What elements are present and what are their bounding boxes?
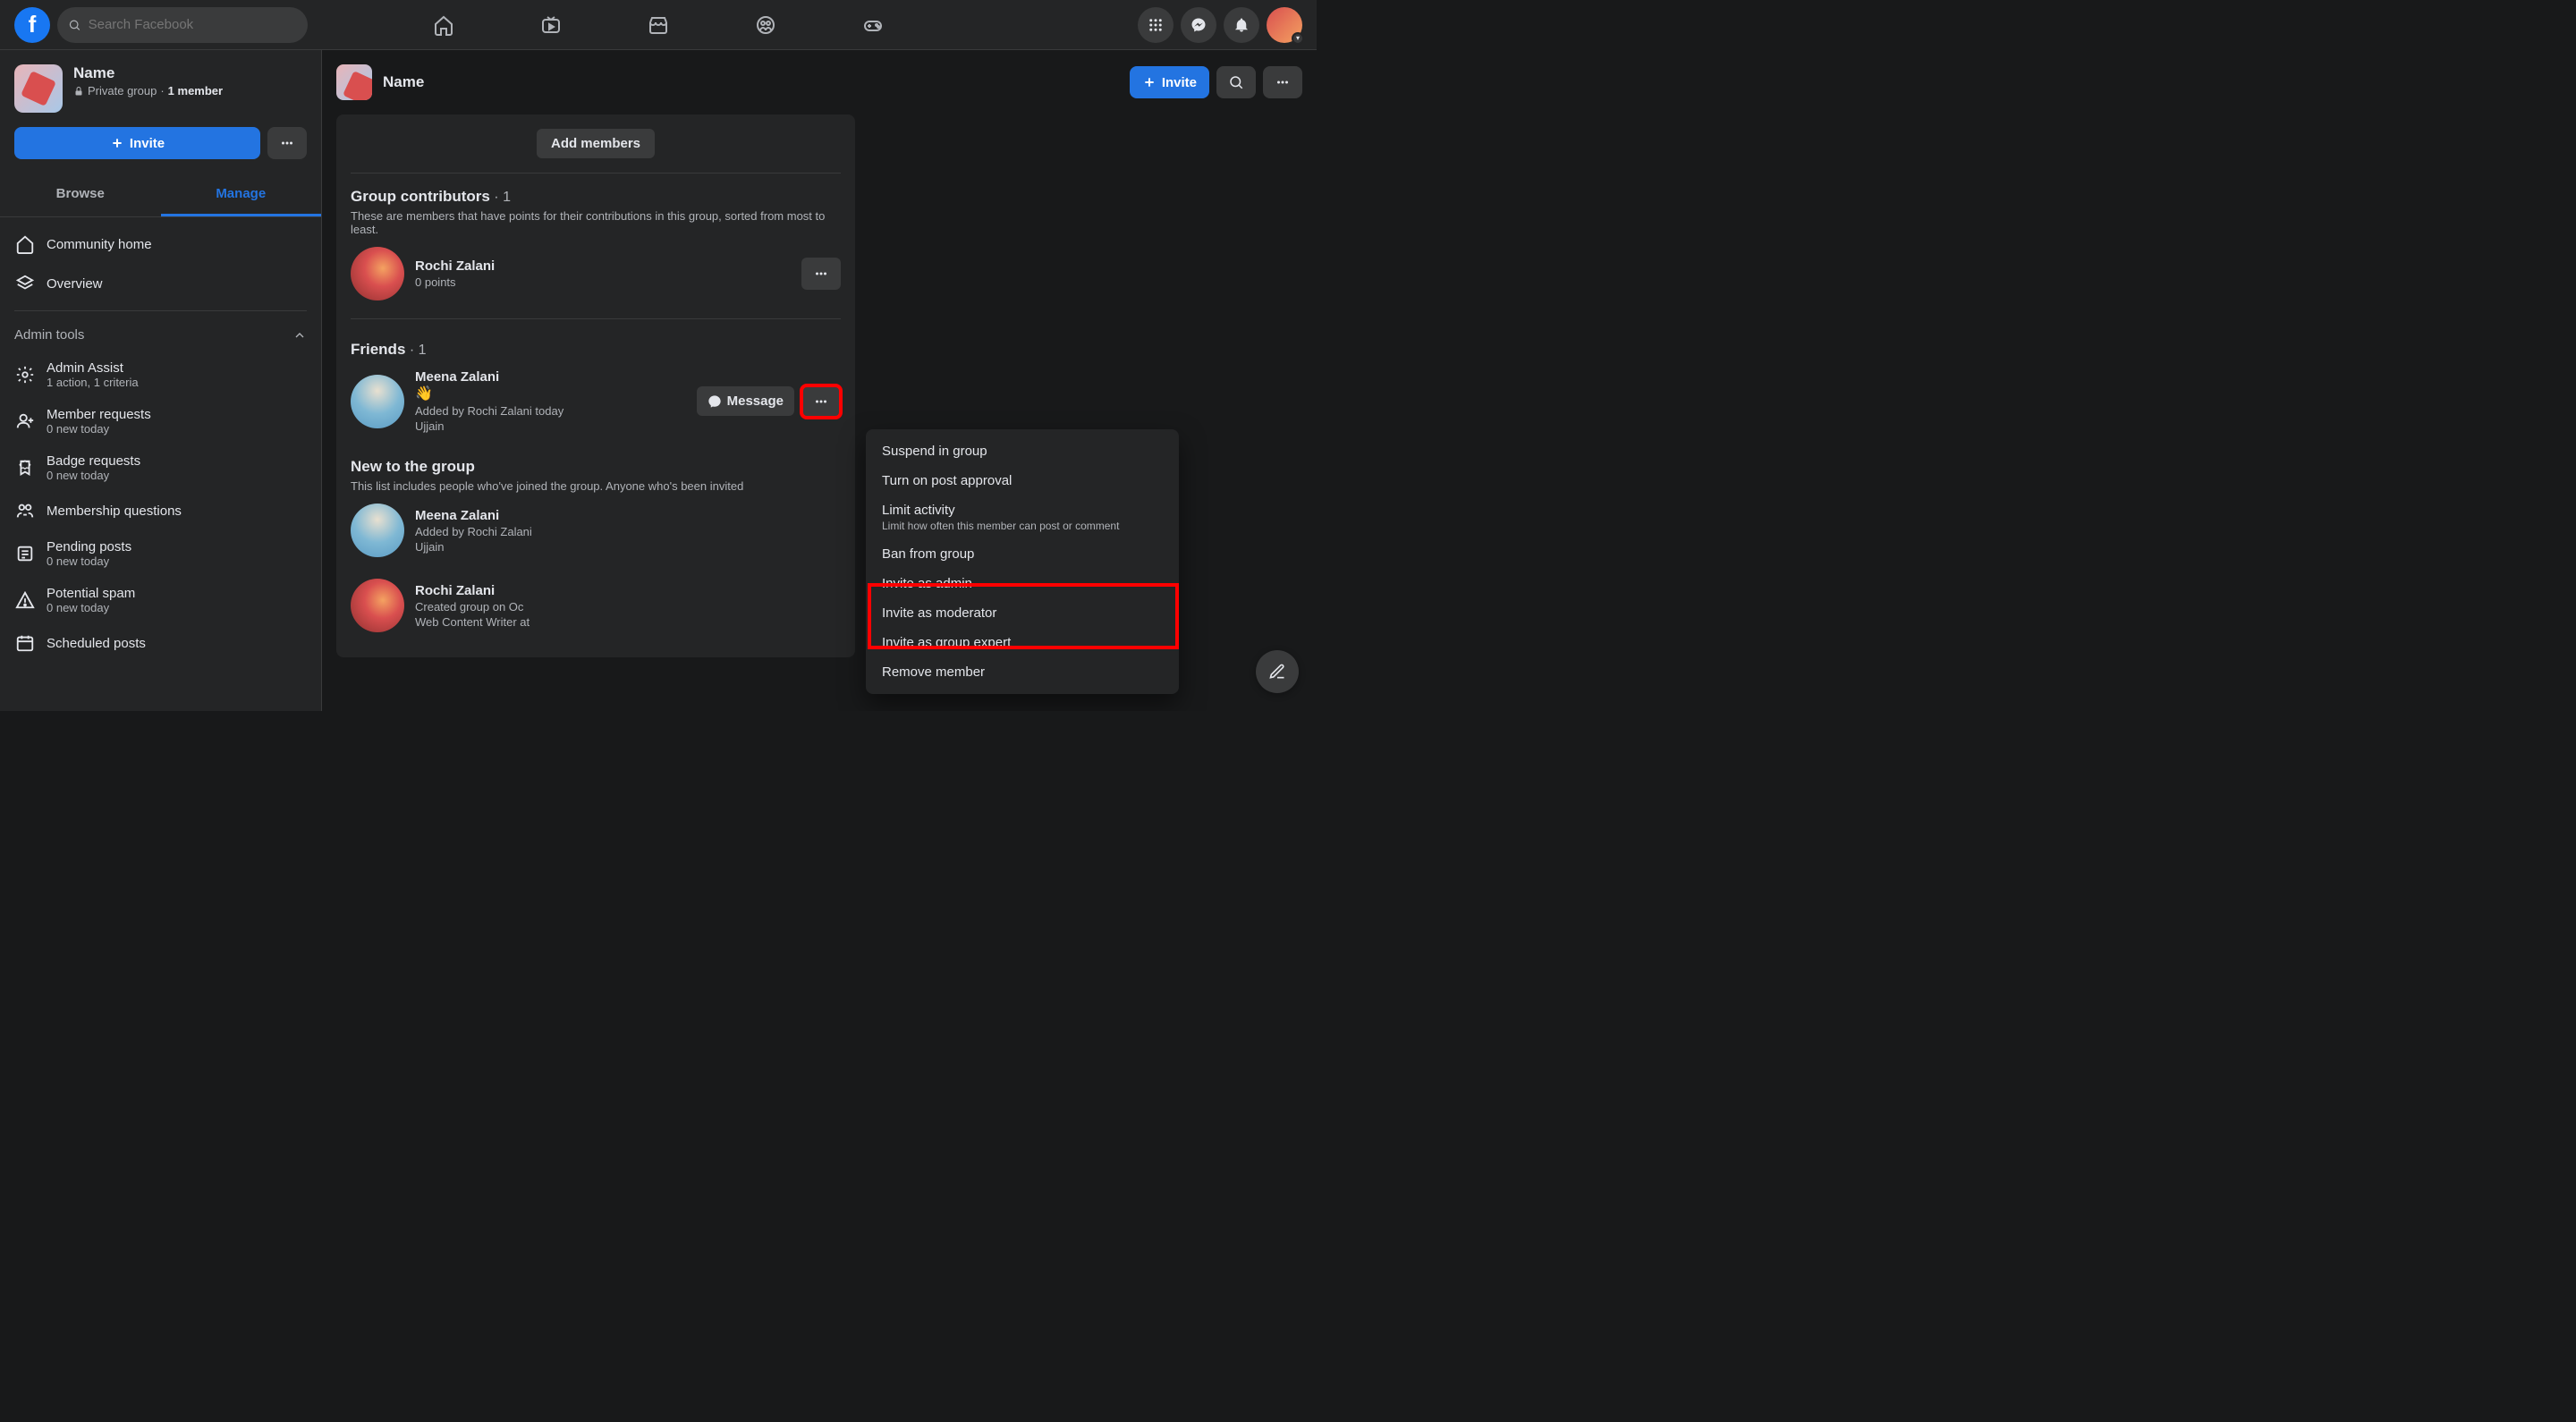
menu-remove[interactable]: Remove member — [873, 657, 1172, 687]
member-name[interactable]: Rochi Zalani — [415, 583, 791, 598]
chevron-down-icon: ▾ — [1292, 32, 1304, 45]
main-search-button[interactable] — [1216, 66, 1256, 98]
home-icon — [14, 233, 36, 255]
nav-groups[interactable] — [716, 4, 816, 47]
avatar[interactable] — [351, 247, 404, 300]
notifications-button[interactable] — [1224, 7, 1259, 43]
page-title: Name — [383, 73, 424, 91]
menu-ban[interactable]: Ban from group — [873, 539, 1172, 569]
group-meta: Private group · 1 member — [73, 84, 223, 97]
avatar[interactable] — [351, 375, 404, 428]
search-icon — [68, 18, 81, 32]
message-button[interactable]: Message — [697, 386, 794, 416]
users-question-icon — [14, 500, 36, 521]
nav-home[interactable] — [394, 4, 494, 47]
search-box[interactable] — [57, 7, 308, 43]
table-row: Meena Zalani 👋 Added by Rochi Zalani tod… — [336, 359, 855, 444]
menu-post-approval[interactable]: Turn on post approval — [873, 466, 1172, 495]
sidebar-item-admin-assist[interactable]: Admin Assist1 action, 1 criteria — [7, 351, 314, 398]
group-name[interactable]: Name — [73, 64, 223, 82]
nav-gaming[interactable] — [823, 4, 923, 47]
plus-icon — [1142, 75, 1157, 89]
messenger-button[interactable] — [1181, 7, 1216, 43]
sidebar-item-overview[interactable]: Overview — [7, 264, 314, 303]
warning-icon — [14, 589, 36, 611]
menu-invite-moderator[interactable]: Invite as moderator — [873, 598, 1172, 628]
nav-right: ▾ — [1138, 7, 1302, 43]
messenger-icon — [708, 394, 722, 409]
sidebar-item-pending-posts[interactable]: Pending posts0 new today — [7, 530, 314, 577]
contributors-section: Group contributors · 1 These are members… — [336, 174, 855, 236]
profile-avatar[interactable]: ▾ — [1267, 7, 1302, 43]
menu-invite-expert[interactable]: Invite as group expert — [873, 628, 1172, 657]
badge-icon — [14, 457, 36, 478]
member-name[interactable]: Meena Zalani — [415, 369, 686, 385]
menu-grid-button[interactable] — [1138, 7, 1174, 43]
avatar[interactable] — [351, 504, 404, 557]
member-more-button[interactable] — [801, 258, 841, 290]
context-menu: Suspend in group Turn on post approval L… — [866, 429, 1179, 694]
tab-browse[interactable]: Browse — [0, 174, 161, 216]
nav-watch[interactable] — [501, 4, 601, 47]
sidebar-item-member-requests[interactable]: Member requests0 new today — [7, 398, 314, 444]
user-plus-icon — [14, 411, 36, 432]
table-row: Rochi Zalani Created group on Oc Web Con… — [336, 568, 855, 643]
nav-center — [394, 4, 923, 47]
sidebar-item-community-home[interactable]: Community home — [7, 224, 314, 264]
compose-icon — [1268, 663, 1286, 681]
group-thumbnail-small[interactable] — [336, 64, 372, 100]
member-name[interactable]: Rochi Zalani — [415, 258, 791, 274]
layers-icon — [14, 273, 36, 294]
sidebar-item-membership-questions[interactable]: Membership questions — [7, 491, 314, 530]
new-to-group-section: New to the group This list includes peop… — [336, 444, 855, 493]
sidebar-item-badge-requests[interactable]: Badge requests0 new today — [7, 444, 314, 491]
plus-icon — [110, 136, 124, 150]
table-row: Meena Zalani Added by Rochi Zalani Ujjai… — [336, 493, 855, 568]
nav-marketplace[interactable] — [608, 4, 708, 47]
sidebar-invite-button[interactable]: Invite — [14, 127, 260, 159]
chevron-up-icon — [292, 328, 307, 343]
document-icon — [14, 543, 36, 564]
admin-tools-header[interactable]: Admin tools — [7, 318, 314, 351]
top-nav: f ▾ — [0, 0, 1317, 50]
menu-invite-admin[interactable]: Invite as admin — [873, 569, 1172, 598]
member-more-button-highlighted[interactable] — [801, 385, 841, 418]
lock-icon — [73, 86, 84, 97]
sidebar-more-button[interactable] — [267, 127, 307, 159]
calendar-icon — [14, 632, 36, 654]
menu-limit-activity[interactable]: Limit activity Limit how often this memb… — [873, 495, 1172, 539]
main-content: Name Invite Add members Group contributo… — [322, 50, 1317, 711]
sidebar-item-potential-spam[interactable]: Potential spam0 new today — [7, 577, 314, 623]
main-invite-button[interactable]: Invite — [1130, 66, 1209, 98]
group-thumbnail[interactable] — [14, 64, 63, 113]
friends-section: Friends · 1 — [336, 326, 855, 359]
member-name[interactable]: Meena Zalani — [415, 508, 791, 523]
group-header: Name Private group · 1 member — [0, 50, 321, 127]
add-members-button[interactable]: Add members — [537, 129, 655, 158]
facebook-logo[interactable]: f — [14, 7, 50, 43]
compose-fab[interactable] — [1256, 650, 1299, 693]
main-more-button[interactable] — [1263, 66, 1302, 98]
members-card: Add members Group contributors · 1 These… — [336, 114, 855, 657]
menu-suspend[interactable]: Suspend in group — [873, 436, 1172, 466]
gear-icon — [14, 364, 36, 385]
avatar[interactable] — [351, 579, 404, 632]
sidebar-item-scheduled-posts[interactable]: Scheduled posts — [7, 623, 314, 663]
table-row: Rochi Zalani 0 points — [336, 236, 855, 311]
tab-manage[interactable]: Manage — [161, 174, 322, 216]
sidebar: Name Private group · 1 member Invite Bro… — [0, 50, 322, 711]
main-header: Name Invite — [322, 50, 1317, 114]
search-input[interactable] — [89, 17, 297, 32]
